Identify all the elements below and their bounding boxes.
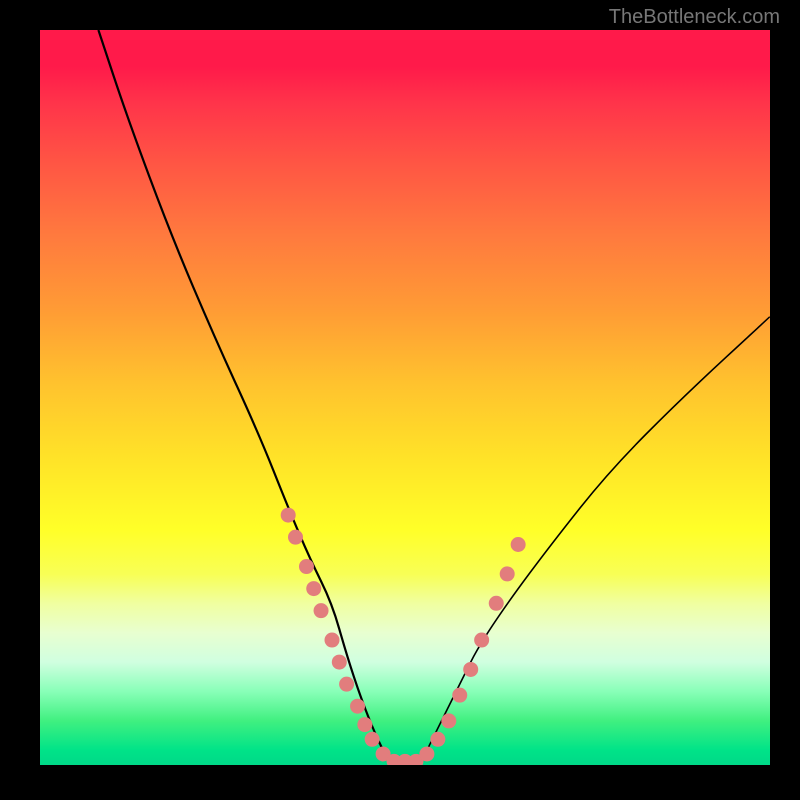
watermark-text: TheBottleneck.com (609, 6, 780, 29)
data-point-marker (288, 530, 303, 545)
data-point-marker (463, 662, 478, 677)
data-point-marker (441, 713, 456, 728)
curve-left-branch (98, 30, 390, 765)
data-point-marker (314, 603, 329, 618)
data-point-marker (419, 746, 434, 761)
data-point-marker (452, 688, 467, 703)
data-point-marker (474, 633, 489, 648)
data-point-marker (357, 717, 372, 732)
data-point-marker (500, 566, 515, 581)
data-point-marker (511, 537, 526, 552)
data-point-marker (281, 508, 296, 523)
data-point-marker (365, 732, 380, 747)
data-point-marker (489, 596, 504, 611)
data-point-marker (350, 699, 365, 714)
data-point-marker (325, 633, 340, 648)
data-point-marker (306, 581, 321, 596)
data-point-marker (430, 732, 445, 747)
chart-plot-area (40, 30, 770, 765)
chart-svg (40, 30, 770, 765)
curve-right-branch (420, 317, 770, 765)
data-point-marker (332, 655, 347, 670)
data-point-marker (299, 559, 314, 574)
data-point-marker (339, 677, 354, 692)
